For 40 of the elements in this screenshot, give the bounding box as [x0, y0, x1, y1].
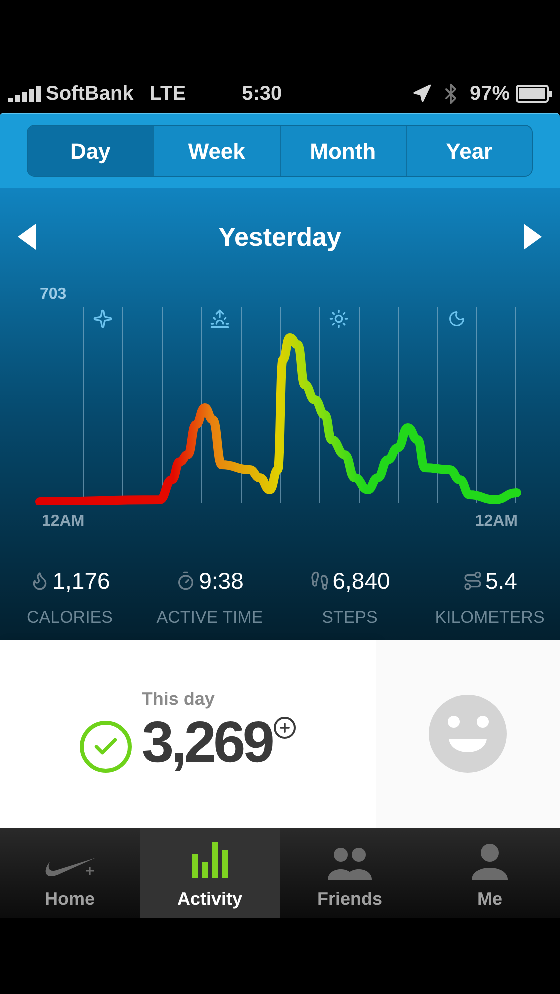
stat-value: 6,840	[332, 567, 390, 596]
axis-end-label: 12AM	[475, 512, 518, 532]
tab-bar-item[interactable]: Home	[0, 828, 140, 918]
sun-icon	[329, 309, 349, 329]
stat-value: 1,176	[52, 567, 110, 596]
fuel-caption: This day	[142, 688, 216, 711]
period-tab[interactable]: Day	[28, 126, 154, 176]
location-icon	[412, 84, 432, 104]
stopwatch-icon	[176, 571, 196, 592]
fuel-points: 3,269	[142, 712, 272, 772]
bar-chart-icon	[190, 840, 230, 880]
stat-label: CALORIES	[27, 606, 113, 628]
smiley-icon	[429, 695, 507, 773]
signal-icon	[8, 86, 42, 102]
network-type: LTE	[150, 82, 186, 107]
fuel-plus-icon	[274, 716, 296, 738]
sunrise-icon	[210, 309, 230, 329]
stat-label: ACTIVE TIME	[156, 606, 264, 628]
stat-label: STEPS	[322, 606, 378, 628]
moon-icon	[448, 310, 466, 328]
star-icon	[93, 309, 113, 329]
axis-start-label: 12AM	[42, 512, 85, 532]
people-icon	[328, 846, 372, 880]
previous-arrow-icon[interactable]	[18, 224, 36, 250]
tab-bar-item[interactable]: Friends	[280, 828, 420, 918]
stat-value: 5.4	[486, 567, 518, 596]
status-time: 5:30	[242, 82, 282, 107]
period-tab[interactable]: Year	[406, 126, 532, 176]
stat-label: KILOMETERS	[435, 606, 545, 628]
battery-percent: 97%	[470, 82, 510, 107]
battery-icon	[516, 85, 552, 103]
carrier-name: SoftBank	[46, 82, 134, 107]
stat-value: 9:38	[199, 567, 244, 596]
tab-bar-item[interactable]: Me	[420, 828, 560, 918]
chart-max-label: 703	[40, 286, 68, 304]
route-icon	[462, 571, 482, 592]
date-title: Yesterday	[218, 220, 342, 254]
next-arrow-icon[interactable]	[524, 224, 542, 250]
person-icon	[472, 842, 508, 880]
tab-bar-item[interactable]: Activity	[140, 828, 280, 918]
